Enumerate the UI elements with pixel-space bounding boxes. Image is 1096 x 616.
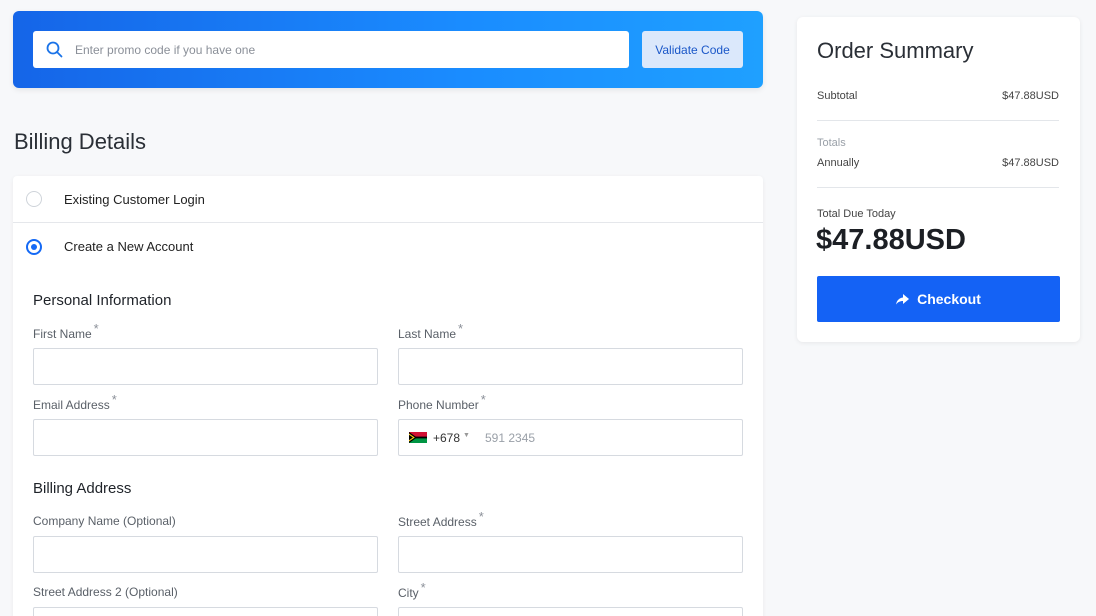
first-name-label: First Name * [33, 321, 99, 341]
order-summary-title: Order Summary [817, 38, 974, 63]
required-mark: * [478, 509, 484, 524]
street-address-2-field[interactable] [33, 607, 378, 616]
email-field[interactable] [33, 419, 378, 456]
phone-number-label: Phone Number * [398, 392, 486, 412]
new-account-radio[interactable] [26, 238, 42, 255]
subtotal-value: $47.88USD [1002, 90, 1059, 102]
city-field[interactable] [398, 607, 743, 616]
required-mark: * [420, 580, 426, 595]
search-icon [46, 41, 63, 58]
validate-code-button[interactable]: Validate Code [642, 31, 743, 68]
promo-code-input[interactable] [75, 31, 615, 68]
vanuatu-flag-icon[interactable] [409, 432, 427, 443]
company-name-label: Company Name (Optional) [33, 514, 176, 528]
required-mark: * [458, 321, 464, 336]
promo-input-wrapper[interactable] [33, 31, 629, 68]
new-account-option[interactable]: Create a New Account [13, 223, 763, 270]
promo-bar: Validate Code [13, 11, 763, 88]
new-account-label: Create a New Account [64, 239, 194, 254]
checkout-label: Checkout [917, 291, 981, 307]
billing-address-title: Billing Address [33, 480, 132, 497]
last-name-label: Last Name * [398, 321, 464, 341]
total-due-amount: $47.88USD [816, 224, 966, 256]
first-name-field[interactable] [33, 348, 378, 385]
billing-card: Existing Customer Login Create a New Acc… [13, 176, 763, 616]
required-mark: * [111, 392, 117, 407]
street-address-2-label: Street Address 2 (Optional) [33, 585, 178, 599]
total-due-label: Total Due Today [817, 208, 896, 220]
chevron-down-icon[interactable]: ▼ [463, 432, 470, 439]
subtotal-label: Subtotal [817, 90, 858, 102]
country-code[interactable]: +678 [433, 431, 460, 445]
share-arrow-icon [896, 293, 910, 304]
email-address-label: Email Address * [33, 392, 117, 412]
street-address-field[interactable] [398, 536, 743, 573]
totals-label: Totals [817, 137, 846, 149]
existing-customer-option[interactable]: Existing Customer Login [13, 176, 763, 223]
order-summary-card: Order Summary Subtotal $47.88USD Totals … [797, 17, 1080, 342]
subtotal-row: Subtotal $47.88USD [817, 90, 1059, 102]
billing-details-title: Billing Details [14, 129, 147, 154]
annually-label: Annually [817, 157, 860, 169]
phone-number-input[interactable] [485, 420, 735, 455]
phone-field[interactable]: +678 ▼ [398, 419, 743, 456]
checkout-button[interactable]: Checkout [817, 276, 1060, 322]
existing-customer-radio[interactable] [26, 191, 42, 207]
required-mark: * [93, 321, 99, 336]
existing-customer-label: Existing Customer Login [64, 191, 205, 207]
company-name-field[interactable] [33, 536, 378, 573]
required-mark: * [480, 392, 486, 407]
last-name-field[interactable] [398, 348, 743, 385]
annually-value: $47.88USD [1002, 157, 1059, 169]
city-label: City * [398, 580, 426, 600]
personal-information-title: Personal Information [33, 292, 172, 309]
divider [817, 120, 1059, 121]
street-address-label: Street Address * [398, 509, 484, 529]
annually-row: Annually $47.88USD [817, 157, 1059, 169]
divider [817, 187, 1059, 188]
